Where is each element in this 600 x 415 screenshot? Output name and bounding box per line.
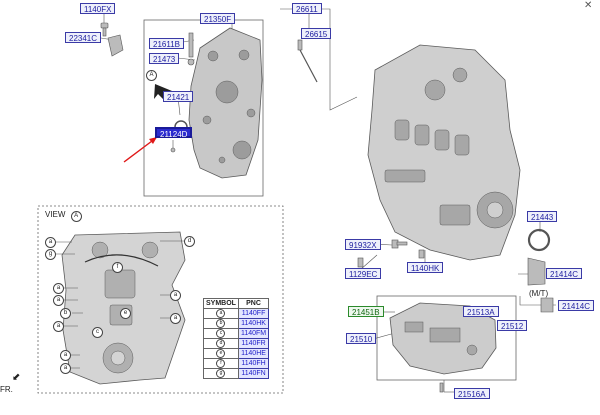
front-direction-label: FR. — [0, 385, 13, 394]
callout-a-6: a — [60, 363, 71, 374]
callout-a-1: a — [45, 237, 56, 248]
pnc-link[interactable]: 1140FR — [237, 338, 270, 349]
symbol-cell: b — [203, 318, 239, 329]
part-label-21512[interactable]: 21512 — [497, 320, 528, 331]
pnc-link[interactable]: 1140HK — [237, 318, 270, 329]
mt-note: (M/T) — [529, 289, 549, 298]
callout-d-1: d — [184, 236, 195, 247]
close-icon[interactable]: ✕ — [584, 0, 592, 11]
callout-a-2: a — [53, 283, 64, 294]
part-label-21124D-highlighted[interactable]: 21124D — [155, 127, 193, 139]
part-label-1129EC[interactable]: 1129EC — [345, 268, 382, 279]
symbol-cell: a — [203, 308, 239, 319]
callout-f-1: f — [112, 262, 123, 273]
table-row: g 1140FN — [203, 368, 270, 379]
part-label-1140HK[interactable]: 1140HK — [407, 262, 444, 273]
callout-c-1: c — [92, 327, 103, 338]
symbol-cell: e — [203, 348, 239, 359]
table-row: d 1140FR — [203, 338, 270, 349]
part-label-21516A[interactable]: 21516A — [454, 388, 490, 399]
callout-a-4: a — [53, 321, 64, 332]
symbol-cell: d — [203, 338, 239, 349]
parts-diagram-canvas — [37, 8, 556, 394]
symbol-cell: g — [203, 368, 239, 379]
part-label-21350F[interactable]: 21350F — [200, 13, 236, 24]
symbol-cell: c — [203, 328, 239, 339]
pnc-link[interactable]: 1140FH — [237, 358, 270, 369]
front-direction-arrow-icon: ⬋ — [12, 372, 21, 383]
pnc-link[interactable]: 1140HE — [237, 348, 270, 359]
table-row: b 1140HK — [203, 318, 270, 329]
part-label-21414C-lower[interactable]: 21414C — [558, 300, 595, 311]
part-label-21473[interactable]: 21473 — [149, 53, 180, 64]
view-a-symbol: A — [70, 211, 82, 222]
view-word: VIEW — [45, 210, 66, 219]
part-label-21414C-upper[interactable]: 21414C — [546, 268, 583, 279]
part-label-21611B[interactable]: 21611B — [149, 38, 184, 49]
callout-a-8: a — [170, 313, 181, 324]
symbol-pnc-table: SYMBOL PNC a 1140FF b 1140HK c 1140FM d … — [203, 298, 270, 379]
part-label-21510[interactable]: 21510 — [346, 333, 377, 344]
symbol-cell: f — [203, 358, 239, 369]
callout-a-7: a — [170, 290, 181, 301]
part-label-21443[interactable]: 21443 — [527, 211, 558, 222]
symbol-header: SYMBOL — [203, 298, 239, 309]
part-label-22341C[interactable]: 22341C — [65, 32, 102, 43]
table-row: a 1140FF — [203, 308, 270, 319]
table-row: e 1140HE — [203, 348, 270, 359]
view-a-title: VIEW A — [45, 210, 82, 222]
part-label-21421[interactable]: 21421 — [163, 91, 194, 102]
part-label-26615[interactable]: 26615 — [301, 28, 332, 39]
pnc-header: PNC — [237, 298, 270, 309]
part-label-91932X[interactable]: 91932X — [345, 239, 381, 250]
callout-b-1: b — [60, 308, 71, 319]
pnc-link[interactable]: 1140FF — [237, 308, 270, 319]
view-a-arrow-label: A — [146, 70, 157, 81]
pnc-link[interactable]: 1140FM — [237, 328, 270, 339]
part-label-1140FX[interactable]: 1140FX — [80, 3, 116, 14]
table-row: f 1140FH — [203, 358, 270, 369]
callout-a-5: a — [60, 350, 71, 361]
part-label-21513A[interactable]: 21513A — [463, 306, 499, 317]
callout-g-1: g — [45, 249, 56, 260]
callout-e-1: e — [120, 308, 131, 319]
pnc-link[interactable]: 1140FN — [237, 368, 270, 379]
table-row: c 1140FM — [203, 328, 270, 339]
part-label-21451B[interactable]: 21451B — [348, 306, 384, 317]
part-label-26611[interactable]: 26611 — [292, 3, 322, 14]
callout-a-3: a — [53, 295, 64, 306]
